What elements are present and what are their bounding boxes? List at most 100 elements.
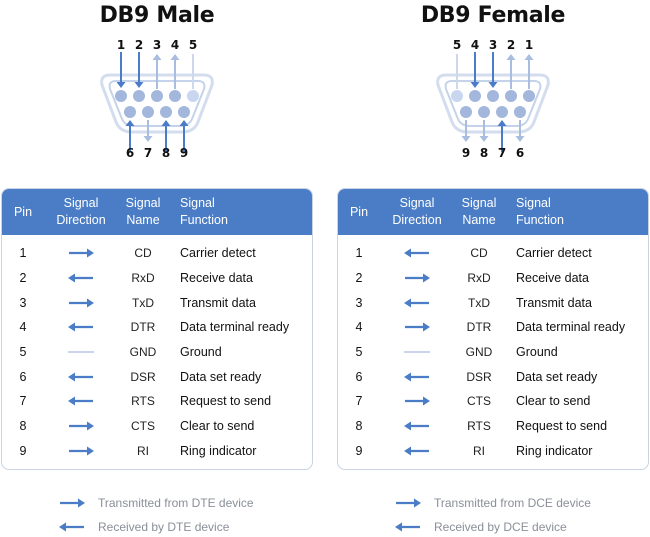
pin-9-contact <box>178 106 190 118</box>
pin-number-label: 5 <box>453 40 461 52</box>
arrow-left-icon <box>68 322 93 332</box>
arrow-right-icon <box>69 298 94 308</box>
arrow-left-icon <box>404 446 429 456</box>
male-title: DB9 Male <box>99 3 215 28</box>
pin-cell: 8 <box>19 419 27 434</box>
signal-function-cell: Ground <box>180 345 222 360</box>
signal-name-cell: RI <box>473 443 485 458</box>
direction-cell <box>48 414 114 439</box>
direction-cell <box>48 340 114 365</box>
table-row: 1 CD Carrier detect <box>2 241 312 266</box>
table-row: 3 TxD Transmit data <box>2 290 312 315</box>
signal-name-cell: RTS <box>131 394 155 409</box>
signal-function-cell: Ring indicator <box>516 443 593 458</box>
header-signal-name: Signal Name <box>461 196 497 227</box>
arrow-up-icon <box>506 54 516 89</box>
table-row: 8 RTS Request to send <box>338 414 648 439</box>
direction-cell <box>384 315 450 340</box>
direction-cell <box>48 315 114 340</box>
pin-number-label: 3 <box>489 40 497 52</box>
direction-cell <box>384 414 450 439</box>
header-signal-function: Signal Function <box>180 196 228 227</box>
pin-cell: 5 <box>19 345 27 360</box>
signal-name-cell: DSR <box>130 369 156 384</box>
signal-function-cell: Carrier detect <box>180 246 256 261</box>
direction-cell <box>384 439 450 464</box>
signal-name-cell: DTR <box>130 320 156 335</box>
signal-function-cell: Receive data <box>516 271 589 286</box>
pin-number-label: 8 <box>162 146 170 160</box>
signal-name-cell: TxD <box>468 295 490 310</box>
table-row: 8 CTS Clear to send <box>2 414 312 439</box>
header-signal-function: Signal Function <box>516 196 564 227</box>
table-row: 5 GND Ground <box>2 340 312 365</box>
arrow-right-icon <box>69 248 94 258</box>
legend-label: Received by DTE device <box>98 520 230 534</box>
pin-cell: 3 <box>19 295 27 310</box>
signal-function-cell: Data terminal ready <box>516 320 626 335</box>
male-table-rows: 1 CD Carrier detect 2 RxD Receive data 3 TxD Tra… <box>2 241 312 463</box>
table-row: 9 RI Ring indicator <box>338 439 648 464</box>
pin-7-contact <box>496 106 508 118</box>
male-legend-received: Received by DTE device <box>58 520 318 534</box>
pin-cell: 6 <box>355 369 363 384</box>
signal-name-cell: CTS <box>467 394 491 409</box>
direction-cell <box>48 290 114 315</box>
pin-cell: 3 <box>355 295 363 310</box>
table-row: 5 GND Ground <box>338 340 648 365</box>
arrow-right-icon <box>396 498 421 508</box>
signal-name-cell: DTR <box>466 320 492 335</box>
signal-name-cell: GND <box>129 345 157 360</box>
pin-number-label: 5 <box>189 40 197 52</box>
male-table-header: Pin Signal Direction Signal Name Signal Fun… <box>2 189 312 235</box>
pin-cell: 8 <box>355 419 363 434</box>
table-row: 4 DTR Data terminal ready <box>2 315 312 340</box>
signal-function-cell: Transmit data <box>180 295 256 310</box>
arrow-down-icon <box>470 52 480 88</box>
pin-cell: 1 <box>355 246 363 261</box>
direction-cell <box>384 241 450 266</box>
pin-number-label: 2 <box>135 40 143 52</box>
pin-number-label: 7 <box>144 146 152 160</box>
male-connector-diagram: 1 2 3 4 5 6 7 8 9 <box>100 40 214 160</box>
pin-cell: 6 <box>19 369 27 384</box>
direction-cell <box>384 340 450 365</box>
signal-function-cell: Request to send <box>516 419 608 434</box>
signal-function-cell: Receive data <box>180 271 253 286</box>
pin-2-contact <box>133 90 145 102</box>
signal-function-cell: Data set ready <box>180 369 262 384</box>
arrow-left-icon <box>404 421 429 431</box>
signal-function-cell: Clear to send <box>180 419 255 434</box>
pin-cell: 4 <box>19 320 27 335</box>
signal-name-cell: RI <box>137 443 149 458</box>
table-row: 7 RTS Request to send <box>2 389 312 414</box>
ground-line-icon <box>68 351 94 354</box>
signal-name-cell: CD <box>470 246 488 261</box>
pin-number-label: 2 <box>507 40 515 52</box>
header-signal-direction: Signal Direction <box>56 196 106 227</box>
signal-function-cell: Data terminal ready <box>180 320 290 335</box>
signal-name-cell: CTS <box>131 419 155 434</box>
table-row: 6 DSR Data set ready <box>338 364 648 389</box>
female-legend-transmitted: Transmitted from DCE device <box>394 496 650 510</box>
pin-number-label: 4 <box>471 40 479 52</box>
signal-name-cell: TxD <box>132 295 154 310</box>
table-row: 7 CTS Clear to send <box>338 389 648 414</box>
direction-cell <box>48 266 114 291</box>
arrow-left-icon <box>59 522 84 532</box>
pin-8-contact <box>160 106 172 118</box>
legend-label: Transmitted from DTE device <box>98 496 254 510</box>
pin-cell: 2 <box>19 271 27 286</box>
female-title: DB9 Female <box>420 3 566 28</box>
pin-cell: 7 <box>19 394 27 409</box>
pin-cell: 2 <box>355 271 363 286</box>
pin-3-contact <box>151 90 163 102</box>
pin-cell: 9 <box>355 443 363 458</box>
pin-cell: 7 <box>355 394 363 409</box>
pin-number-label: 4 <box>171 40 179 52</box>
table-row: 6 DSR Data set ready <box>2 364 312 389</box>
arrow-right-icon <box>69 446 94 456</box>
pin-number-label: 3 <box>153 40 161 52</box>
pin-number-label: 6 <box>516 146 524 160</box>
arrow-right-icon <box>405 273 430 283</box>
